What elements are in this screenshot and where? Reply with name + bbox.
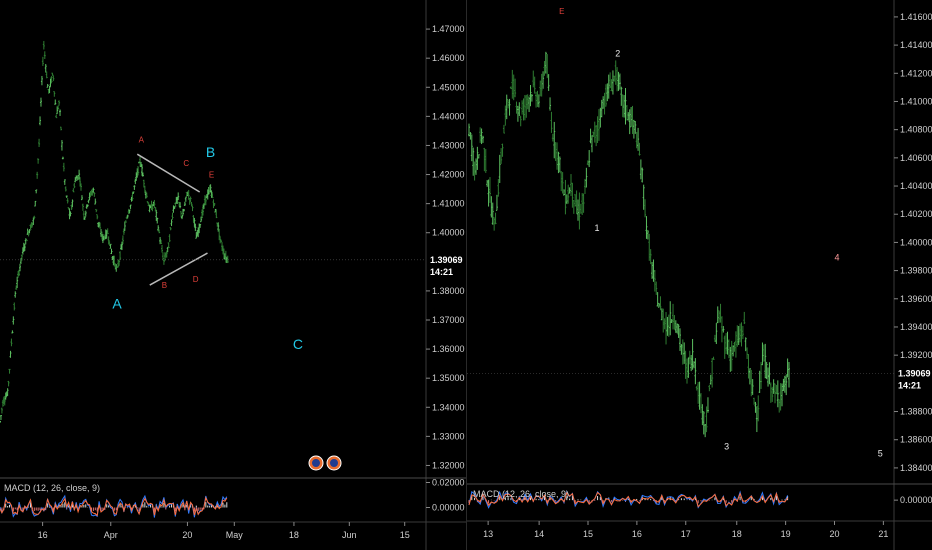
- x-tick-label: 20: [182, 530, 192, 540]
- y-tick-label: 1.42000: [432, 170, 465, 180]
- y-tick-label: 1.38800: [900, 407, 932, 417]
- wave-label: 1: [594, 223, 599, 233]
- right-chart-panel[interactable]: 1.41600 1.41400 1.41200 1.41000 1.40800 1.406…: [466, 0, 932, 550]
- y-tick-label: 1.41200: [900, 68, 932, 78]
- event-flag-inner-icon: [330, 459, 338, 467]
- wave-label: A: [112, 295, 122, 311]
- macd-y-tick-label: 0.00000: [432, 503, 465, 513]
- wave-label: 5: [878, 449, 883, 459]
- y-tick-label: 1.38400: [900, 463, 932, 473]
- wave-label: A: [139, 136, 145, 145]
- x-tick-label: 19: [781, 529, 791, 539]
- right-price-chart[interactable]: 1.41600 1.41400 1.41200 1.41000 1.40800 1.406…: [467, 0, 932, 550]
- current-price-label: 1.39069: [898, 369, 931, 379]
- x-tick-label: 17: [681, 529, 691, 539]
- current-price-label: 1.39069: [430, 255, 463, 265]
- wave-label: 4: [834, 253, 839, 263]
- y-tick-label: 1.45000: [432, 82, 465, 92]
- y-tick-label: 1.33000: [432, 431, 465, 441]
- y-tick-label: 1.40800: [900, 125, 932, 135]
- triangle-trendline: [149, 252, 208, 286]
- y-tick-label: 1.41400: [900, 40, 932, 50]
- y-tick-label: 1.32000: [432, 460, 465, 470]
- y-tick-label: 1.39800: [900, 266, 932, 276]
- x-tick-label: Apr: [104, 530, 118, 540]
- x-tick-label: 18: [289, 530, 299, 540]
- y-tick-label: 1.38000: [432, 286, 465, 296]
- y-tick-label: 1.39600: [900, 294, 932, 304]
- macd-y-tick-label: 0.00000: [900, 495, 932, 505]
- y-tick-label: 1.36000: [432, 344, 465, 354]
- wave-label: 3: [724, 442, 729, 452]
- y-tick-label: 1.40600: [900, 153, 932, 163]
- x-tick-label: 20: [829, 529, 839, 539]
- y-tick-label: 1.38600: [900, 435, 932, 445]
- x-tick-label: Jun: [342, 530, 357, 540]
- y-tick-label: 1.37000: [432, 315, 465, 325]
- left-candles: [0, 40, 229, 423]
- macd-title: MACD (12, 26, close, 9): [4, 483, 100, 493]
- y-tick-label: 1.40000: [900, 237, 932, 247]
- x-tick-label: 16: [632, 529, 642, 539]
- y-tick-label: 1.41000: [432, 199, 465, 209]
- countdown-label: 14:21: [898, 381, 921, 391]
- countdown-label: 14:21: [430, 267, 453, 277]
- right-candles: [468, 51, 790, 438]
- x-tick-label: 13: [483, 529, 493, 539]
- left-price-chart[interactable]: 1.47000 1.46000 1.45000 1.44000 1.43000 1.420…: [0, 0, 466, 550]
- left-chart-panel[interactable]: 1.47000 1.46000 1.45000 1.44000 1.43000 1.420…: [0, 0, 466, 550]
- y-tick-label: 1.35000: [432, 373, 465, 383]
- wave-label: B: [206, 144, 215, 160]
- y-tick-label: 1.40000: [432, 228, 465, 238]
- y-tick-label: 1.46000: [432, 53, 465, 63]
- x-tick-label: 18: [732, 529, 742, 539]
- x-tick-label: 15: [400, 530, 410, 540]
- y-tick-label: 1.41600: [900, 12, 932, 22]
- y-tick-label: 1.40400: [900, 181, 932, 191]
- wave-label: E: [209, 170, 214, 179]
- y-tick-label: 1.47000: [432, 24, 465, 34]
- wave-label: 2: [615, 48, 620, 58]
- macd-title: MACD (12, 26, close, 9): [473, 489, 569, 499]
- wave-label: D: [193, 275, 199, 284]
- y-tick-label: 1.34000: [432, 402, 465, 412]
- y-tick-label: 1.43000: [432, 140, 465, 150]
- x-tick-label: 16: [38, 530, 48, 540]
- y-tick-label: 1.40200: [900, 209, 932, 219]
- x-tick-label: 21: [878, 529, 888, 539]
- wave-label: B: [162, 281, 167, 290]
- wave-label: C: [293, 336, 303, 352]
- wave-label: C: [183, 159, 189, 168]
- y-tick-label: 1.41000: [900, 96, 932, 106]
- event-flag-inner-icon: [312, 459, 320, 467]
- x-tick-label: 15: [583, 529, 593, 539]
- wave-label: E: [559, 7, 564, 16]
- x-tick-label: May: [226, 530, 244, 540]
- y-tick-label: 1.39400: [900, 322, 932, 332]
- macd-y-tick-label: 0.02000: [432, 478, 465, 488]
- y-tick-label: 1.39200: [900, 350, 932, 360]
- y-tick-label: 1.44000: [432, 111, 465, 121]
- x-tick-label: 14: [534, 529, 544, 539]
- triangle-trendline: [136, 153, 201, 193]
